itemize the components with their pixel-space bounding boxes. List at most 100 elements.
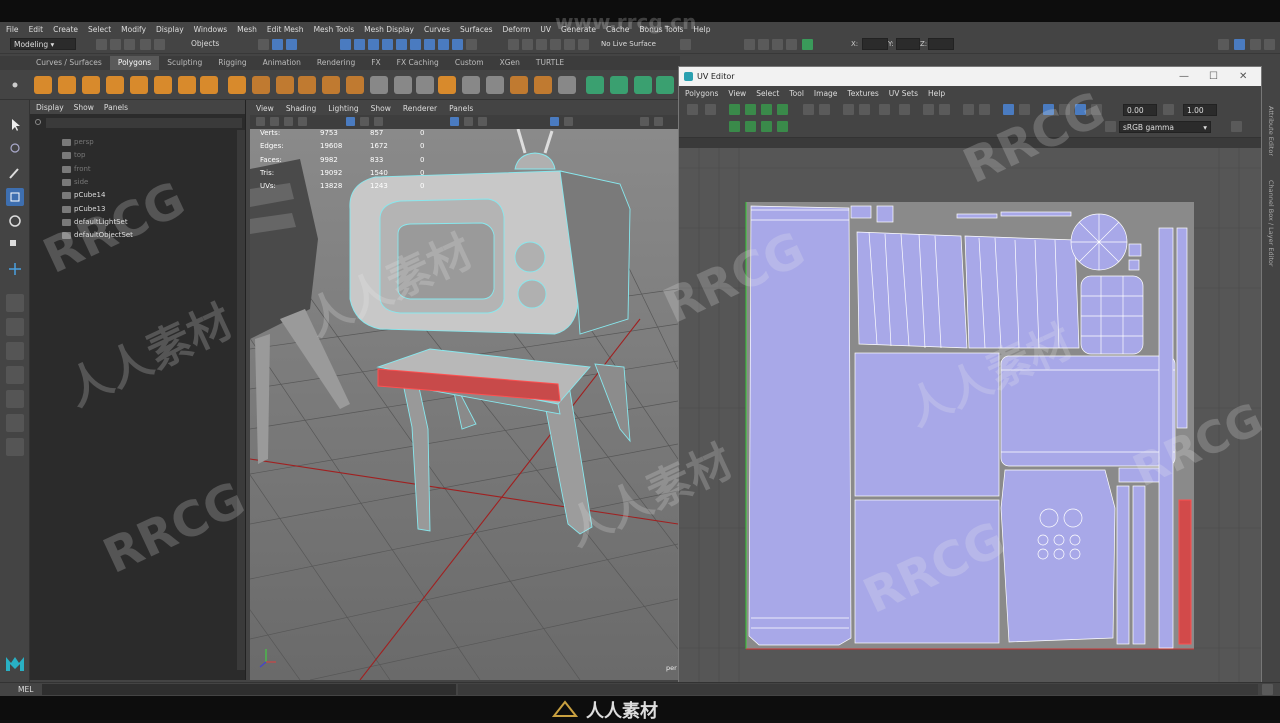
undo-icon[interactable] [140, 39, 151, 50]
toggle-tool-settings-icon[interactable] [1264, 39, 1275, 50]
quad-draw-icon[interactable] [510, 76, 528, 94]
pick-joint-icon[interactable] [424, 39, 435, 50]
uv-editor-icon[interactable] [634, 76, 652, 94]
outliner-menu-display[interactable]: Display [36, 103, 64, 112]
workspace-dropdown[interactable]: Modeling ▾ [10, 38, 76, 50]
script-editor-icon[interactable] [1262, 684, 1273, 695]
select-object-icon[interactable] [272, 39, 283, 50]
outliner-search-input[interactable] [46, 118, 242, 128]
target-weld-icon[interactable] [486, 76, 504, 94]
snap-live-icon[interactable] [564, 39, 575, 50]
history-icon[interactable] [680, 39, 691, 50]
poly-cone-icon[interactable] [106, 76, 124, 94]
boolean-icon[interactable] [298, 76, 316, 94]
uv-color-mgmt-icon[interactable] [1105, 121, 1116, 132]
viewport-menu-panels[interactable]: Panels [449, 104, 473, 113]
uv-distortion-icon[interactable] [1075, 104, 1086, 115]
uv-rotate-icon[interactable] [803, 104, 814, 115]
textured-icon[interactable] [478, 117, 487, 126]
outliner-scrollbar[interactable] [237, 130, 245, 670]
shelf-tab-xgen[interactable]: XGen [492, 56, 528, 70]
bridge-icon[interactable] [394, 76, 412, 94]
poly-disc-icon[interactable] [178, 76, 196, 94]
uv-flip2-icon[interactable] [745, 121, 756, 132]
uv-align4-icon[interactable] [777, 104, 788, 115]
channel-box-tab[interactable]: Channel Box / Layer Editor [1267, 180, 1275, 267]
outliner-item[interactable]: pCube13 [74, 205, 105, 213]
outliner-menu-panels[interactable]: Panels [104, 103, 128, 112]
extrude-icon[interactable] [346, 76, 364, 94]
isolate-select-icon[interactable] [550, 117, 559, 126]
uv-select-icon[interactable] [687, 104, 698, 115]
pick-misc-icon[interactable] [396, 39, 407, 50]
merge-icon[interactable] [438, 76, 456, 94]
menu-windows[interactable]: Windows [194, 25, 227, 34]
outliner-item[interactable]: side [74, 178, 88, 186]
menu-edit[interactable]: Edit [29, 25, 44, 34]
uv-menu-textures[interactable]: Textures [847, 89, 878, 98]
perspective-viewport[interactable]: View Shading Lighting Show Renderer Panels Ve… [250, 102, 678, 680]
cut-uv-icon[interactable] [656, 76, 674, 94]
pick-curve-icon[interactable] [438, 39, 449, 50]
smooth-shade-icon[interactable] [464, 117, 473, 126]
uv-distribute-icon[interactable] [923, 104, 934, 115]
smooth-icon[interactable] [276, 76, 294, 94]
menu-edit-mesh[interactable]: Edit Mesh [267, 25, 304, 34]
outliner-menu-show[interactable]: Show [74, 103, 94, 112]
viewport-menu-renderer[interactable]: Renderer [403, 104, 437, 113]
uv-grid-icon[interactable] [1019, 104, 1030, 115]
uv-unfold-icon[interactable] [879, 104, 890, 115]
outliner-item[interactable]: persp [74, 138, 94, 146]
uv-flip4-icon[interactable] [777, 121, 788, 132]
shelf-tab-curves-surfaces[interactable]: Curves / Surfaces [28, 56, 110, 70]
uv-flip3-icon[interactable] [761, 121, 772, 132]
pick-uv-icon[interactable] [382, 39, 393, 50]
shelf-settings-icon[interactable] [10, 76, 20, 94]
ipr-render-icon[interactable] [772, 39, 783, 50]
pick-edge-icon[interactable] [354, 39, 365, 50]
open-scene-icon[interactable] [110, 39, 121, 50]
shelf-tab-turtle[interactable]: TURTLE [528, 56, 572, 70]
uv-shade-icon[interactable] [1043, 104, 1054, 115]
uv-gamma-icon[interactable] [1163, 104, 1174, 115]
uv-pin-icon[interactable] [979, 104, 990, 115]
uv-flip-icon[interactable] [729, 121, 740, 132]
uv-menu-polygons[interactable]: Polygons [685, 89, 718, 98]
menu-cache[interactable]: Cache [606, 25, 629, 34]
menu-select[interactable]: Select [88, 25, 111, 34]
persp-outliner-icon[interactable] [6, 366, 24, 384]
mel-label[interactable]: MEL [18, 685, 33, 694]
viewport-menu-lighting[interactable]: Lighting [328, 104, 358, 113]
attribute-editor-tab[interactable]: Attribute Editor [1267, 106, 1275, 156]
bookmark-icon[interactable] [284, 117, 293, 126]
auto-map-icon[interactable] [610, 76, 628, 94]
uv-align-icon[interactable] [729, 104, 740, 115]
xray-icon[interactable] [564, 117, 573, 126]
shelf-tab-rendering[interactable]: Rendering [309, 56, 363, 70]
viewport-menu-view[interactable]: View [256, 104, 274, 113]
paint-select-icon[interactable] [6, 164, 24, 182]
mirror-icon[interactable] [322, 76, 340, 94]
uv-exposure-icon[interactable] [1091, 104, 1102, 115]
poly-cylinder-icon[interactable] [82, 76, 100, 94]
uv-rotate2-icon[interactable] [819, 104, 830, 115]
render-frame-icon[interactable] [758, 39, 769, 50]
camera-attr-icon[interactable] [270, 117, 279, 126]
snap-grid-icon[interactable] [508, 39, 519, 50]
select-component-icon[interactable] [286, 39, 297, 50]
selection-mode-dropdown[interactable]: Objects [188, 38, 248, 50]
colorspace-dropdown[interactable]: sRGB gamma ▾ [1119, 121, 1211, 133]
single-view-icon[interactable] [6, 294, 24, 312]
shelf-tab-animation[interactable]: Animation [255, 56, 309, 70]
two-view-icon[interactable] [6, 342, 24, 360]
outliner-item[interactable]: defaultObjectSet [74, 231, 133, 239]
layout-extra-icon[interactable] [6, 438, 24, 456]
poly-torus-icon[interactable] [130, 76, 148, 94]
planar-map-icon[interactable] [586, 76, 604, 94]
image-plane-icon[interactable] [298, 117, 307, 126]
viewport-settings-icon[interactable] [654, 117, 663, 126]
uv-menu-view[interactable]: View [728, 89, 746, 98]
uv-checker-icon[interactable] [1059, 104, 1070, 115]
uv-snapshot-icon[interactable] [963, 104, 974, 115]
wireframe-on-shaded-icon[interactable] [450, 117, 459, 126]
